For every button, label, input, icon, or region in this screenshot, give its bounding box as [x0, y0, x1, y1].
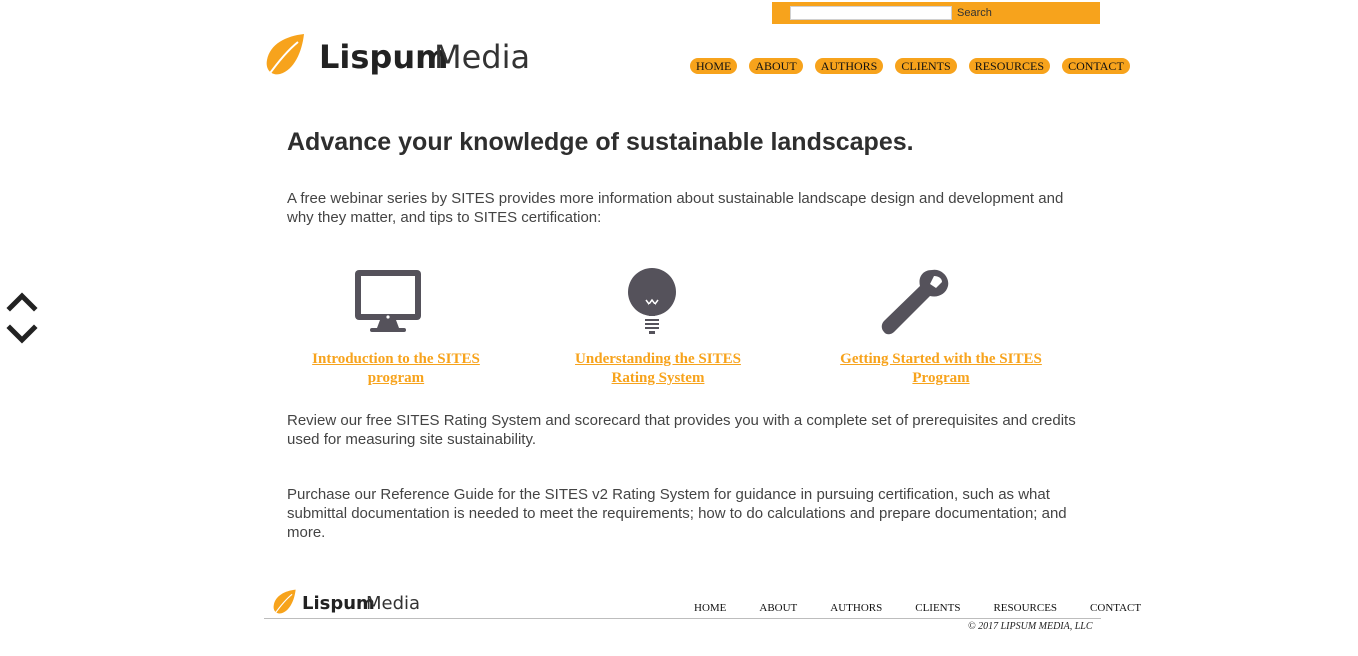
- site-logo[interactable]: Lispum Media: [264, 32, 530, 80]
- lightbulb-icon: [628, 268, 676, 334]
- feature-link-understanding[interactable]: Understanding the SITES Rating System: [558, 350, 758, 388]
- footer-logo[interactable]: Lispum Media: [272, 588, 422, 618]
- nav-item-resources[interactable]: RESOURCES: [968, 58, 1051, 74]
- search-button[interactable]: Search: [957, 6, 992, 21]
- review-text: Review our free SITES Rating System and …: [287, 412, 1076, 448]
- copyright-text: © 2017 LIPSUM MEDIA, LLC: [968, 621, 1093, 632]
- purchase-text: Purchase our Reference Guide for the SIT…: [287, 486, 1067, 541]
- feature-link-getting-started[interactable]: Getting Started with the SITES Program: [826, 350, 1056, 388]
- footer-nav: HOME ABOUT AUTHORS CLIENTS RESOURCES CON…: [694, 602, 1141, 614]
- logo-name-bold: Lispum: [319, 38, 449, 76]
- nav-item-home[interactable]: HOME: [690, 58, 738, 74]
- footer-link-authors[interactable]: AUTHORS: [830, 602, 882, 614]
- footer-logo-name-light: Media: [366, 593, 421, 614]
- nav-item-contact[interactable]: CONTACT: [1062, 58, 1130, 74]
- footer-link-clients[interactable]: CLIENTS: [915, 602, 960, 614]
- footer-divider: [264, 618, 1101, 619]
- search-bar: Search: [772, 2, 1100, 24]
- scroll-down-icon[interactable]: [6, 324, 38, 344]
- footer-link-resources[interactable]: RESOURCES: [993, 602, 1057, 614]
- footer-link-about[interactable]: ABOUT: [759, 602, 797, 614]
- footer-link-contact[interactable]: CONTACT: [1090, 602, 1141, 614]
- leaf-icon: [273, 589, 296, 615]
- scroll-up-icon[interactable]: [6, 292, 38, 312]
- footer-logo-name-bold: Lispum: [302, 593, 375, 614]
- nav-item-clients[interactable]: CLIENTS: [895, 58, 957, 74]
- feature-link-intro[interactable]: Introduction to the SITES program: [296, 350, 496, 388]
- monitor-icon: [355, 270, 421, 332]
- nav-item-about[interactable]: ABOUT: [749, 58, 803, 74]
- logo-name-light: Media: [434, 38, 531, 76]
- search-input[interactable]: [790, 6, 952, 20]
- footer-link-home[interactable]: HOME: [694, 602, 726, 614]
- scroll-arrows: [6, 292, 38, 344]
- main-nav: HOME ABOUT AUTHORS CLIENTS RESOURCES CON…: [690, 58, 1130, 76]
- nav-item-authors[interactable]: AUTHORS: [814, 58, 884, 74]
- leaf-icon: [266, 34, 304, 77]
- wrench-icon: [881, 269, 949, 335]
- intro-text: A free webinar series by SITES provides …: [287, 190, 1064, 226]
- page-title: Advance your knowledge of sustainable la…: [287, 128, 914, 156]
